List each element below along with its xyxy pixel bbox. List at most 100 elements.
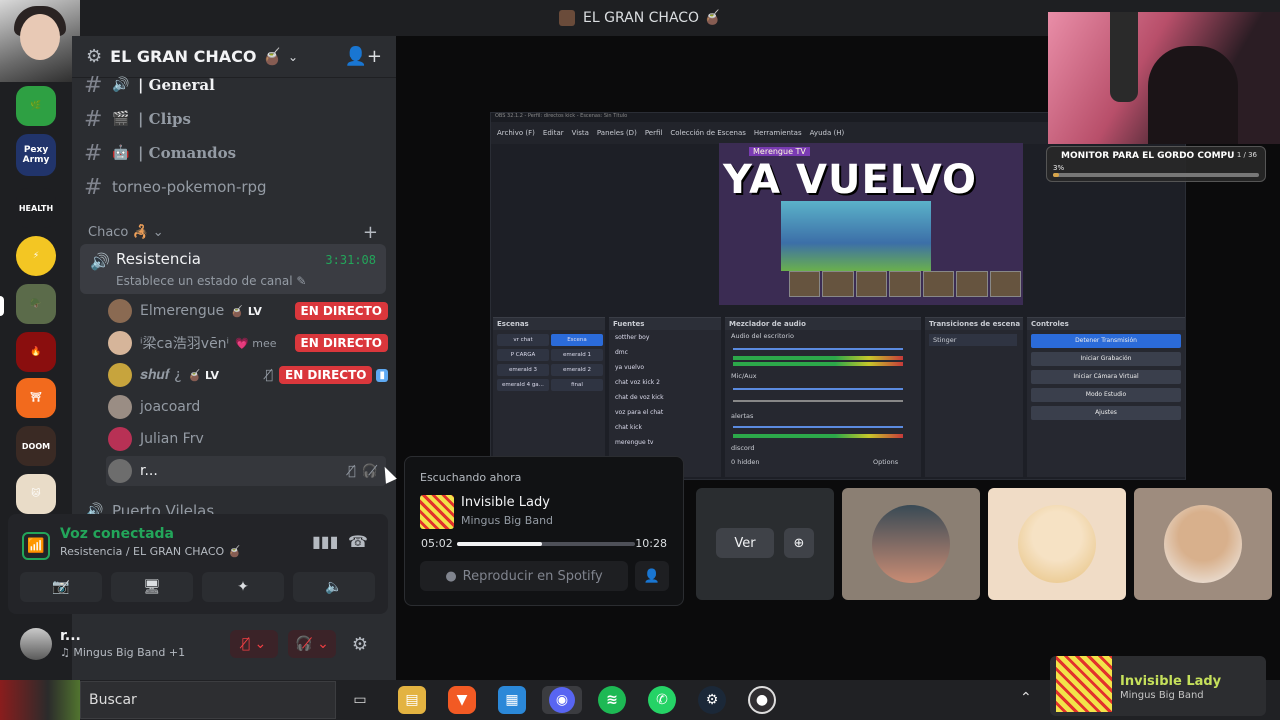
channel-general[interactable]: # 🔊 | General	[84, 70, 215, 100]
user-avatar[interactable]	[20, 628, 52, 660]
voice-timer: 3:31:08	[325, 253, 376, 267]
signal-icon[interactable]: 📶	[22, 532, 50, 560]
watch-stream-button[interactable]: Ver	[716, 528, 774, 558]
brave-icon[interactable]: ▼	[448, 686, 476, 714]
user-panel: r... ♫ Mingus Big Band +1 🎙̸ ⌄ 🎧̸ ⌄ ⚙	[8, 620, 388, 670]
obs-icon[interactable]: ●	[748, 686, 776, 714]
channel-status-input[interactable]: Establece un estado de canal ✎	[116, 274, 306, 288]
camera-off-icon: 📷̸	[52, 579, 70, 595]
gear-icon: ⚙	[351, 633, 369, 655]
spotify-icon: ●	[445, 568, 457, 584]
voice-member[interactable]: 𝒔𝒉𝒖𝒇 ¿ 🧉 LV 🎙̸ EN DIRECTO ▮	[108, 360, 388, 390]
noise-suppression-icon[interactable]: ▮▮▮	[312, 532, 338, 551]
share-screen-button[interactable]: 🖥	[111, 572, 193, 602]
stream-tile-watch[interactable]: Ver ⊕	[696, 488, 834, 600]
obs-sources-dock: Fuentes sotther boy dmc ya vuelvo chat v…	[609, 317, 721, 477]
hash-icon: #	[84, 174, 103, 200]
obs-scene: vr chat	[497, 334, 549, 346]
user-settings-button[interactable]: ⚙	[346, 630, 374, 658]
selected-server-indicator	[0, 296, 4, 316]
song-artist[interactable]: Mingus Big Band	[461, 514, 553, 527]
play-on-spotify-button[interactable]: ● Reproducir en Spotify	[420, 561, 628, 591]
voice-location[interactable]: Resistencia / EL GRAN CHACO 🧉	[60, 545, 241, 558]
hash-icon: #	[84, 72, 103, 98]
obs-source: chat voz kick 2	[615, 379, 660, 386]
steam-icon[interactable]: ⚙	[698, 686, 726, 714]
discord-taskbar-button[interactable]: ◉	[542, 686, 582, 714]
microsoft-store-icon[interactable]: ▦	[498, 686, 526, 714]
participant-tile[interactable]	[988, 488, 1126, 600]
member-name: ⁱ梁ca浩羽vēnⁱ	[140, 336, 230, 352]
mixer-track: Mic/Aux	[731, 372, 757, 380]
mute-button[interactable]: 🎙̸ ⌄	[230, 630, 278, 658]
soundboard-button[interactable]: 🔈	[293, 572, 375, 602]
deafen-button[interactable]: 🎧̸ ⌄	[288, 630, 336, 658]
voice-member[interactable]: joacoard	[108, 392, 388, 422]
live-badge[interactable]: EN DIRECTO	[279, 366, 373, 384]
invite-to-listen-button[interactable]: 👤	[635, 561, 669, 591]
server-doom[interactable]: DOOM	[16, 426, 56, 466]
server-pexy-army[interactable]: Pexy Army	[16, 134, 56, 176]
channel-torneo-pokemon-rpg[interactable]: # torneo-pokemon-rpg	[84, 172, 267, 202]
avatar	[108, 363, 132, 387]
voice-member[interactable]: ⁱ梁ca浩羽vēnⁱ 💗 mee EN DIRECTO	[108, 328, 388, 358]
activity-badge-icon: ▮	[376, 368, 388, 382]
server-red-logo[interactable]: 🔥	[16, 332, 56, 372]
voice-member[interactable]: Elmerengue 🧉 LV EN DIRECTO	[108, 296, 388, 326]
task-view-icon[interactable]: ▭	[346, 686, 374, 714]
avatar	[108, 299, 132, 323]
live-badge[interactable]: EN DIRECTO	[294, 334, 388, 352]
obs-menu-item: Colección de Escenas	[670, 129, 746, 137]
popout-stream-button[interactable]: ⊕	[784, 528, 814, 558]
spotify-icon[interactable]: ≋	[598, 686, 626, 714]
category-chaco[interactable]: Chaco 🦂 ⌄ +	[88, 222, 378, 243]
file-explorer-icon[interactable]: ▤	[398, 686, 426, 714]
server-health[interactable]: HEALTH	[16, 188, 56, 228]
obs-transitions-dock: Transiciones de escena Stinger	[925, 317, 1023, 477]
server-orange[interactable]: ⛩	[16, 378, 56, 418]
song-progress-fill	[457, 542, 543, 546]
server-camo[interactable]: 🪖	[16, 284, 56, 324]
taskbar-search[interactable]: Buscar	[80, 681, 336, 719]
channel-status-placeholder: Establece un estado de canal	[116, 274, 293, 288]
invite-people-icon[interactable]: 👤+	[345, 46, 383, 67]
member-name: Elmerengue	[140, 303, 225, 319]
channel-clips[interactable]: # 🎬 | Clips	[84, 104, 191, 134]
server-pikachu[interactable]: ⚡	[16, 236, 56, 276]
disconnect-icon[interactable]: ☎	[348, 532, 368, 551]
spotify-listening-popout: Escuchando ahora Invisible Lady Mingus B…	[404, 456, 684, 606]
voice-member[interactable]: Julian Frv	[108, 424, 388, 454]
mixer-slider	[733, 348, 903, 350]
voice-channel-resistencia[interactable]: 🔊 Resistencia 3:31:08 Establece un estad…	[80, 244, 386, 294]
webcam-guitar	[1110, 12, 1138, 102]
server-cat[interactable]: 🐱	[16, 474, 56, 514]
create-channel-icon[interactable]: +	[363, 222, 378, 243]
muted-mic-icon: 🎙̸	[348, 463, 356, 479]
activities-button[interactable]: ✦	[202, 572, 284, 602]
voice-channel-name: Resistencia	[116, 250, 201, 268]
channel-comandos[interactable]: # 🤖 | Comandos	[84, 138, 236, 168]
live-badge[interactable]: EN DIRECTO	[294, 302, 388, 320]
album-cover[interactable]	[420, 495, 454, 529]
obs-preview: Merengue TV YA VUELVO	[719, 143, 1023, 305]
member-tag: 🧉 LV	[230, 304, 262, 318]
server-green-leaf[interactable]: 🌿	[16, 86, 56, 126]
goal-progress-track	[1053, 173, 1259, 177]
discord-app: EL GRAN CHACO 🧉 🌿 Pexy Army HEALTH ⚡ 🪖 🔥…	[0, 0, 1280, 720]
tray-chevron-up-icon[interactable]: ⌃	[1020, 690, 1032, 706]
whatsapp-icon[interactable]: ✆	[648, 686, 676, 714]
now-playing-cover	[1056, 656, 1112, 712]
camera-off-button[interactable]: 📷̸	[20, 572, 102, 602]
listening-label: Escuchando ahora	[420, 471, 522, 484]
participant-tile[interactable]	[842, 488, 980, 600]
participant-tile[interactable]	[1134, 488, 1272, 600]
voice-member-self[interactable]: r... 🎙̸ 🎧̸	[106, 456, 386, 486]
donation-goal: MONITOR PARA EL GORDO COMPU 1 / 36 3%	[1046, 146, 1266, 182]
obs-menu-item: Herramientas	[753, 129, 802, 137]
obs-scene: P CARGA	[497, 349, 549, 361]
category-label: Chaco 🦂	[88, 225, 149, 240]
server-settings-icon[interactable]: ⚙	[86, 46, 102, 67]
user-activity: ♫ Mingus Big Band +1	[60, 646, 186, 659]
song-title[interactable]: Invisible Lady	[461, 495, 550, 510]
game-capture	[781, 201, 931, 271]
